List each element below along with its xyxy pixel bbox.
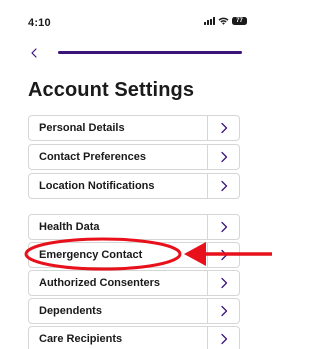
- settings-item-label: Location Notifications: [39, 180, 155, 192]
- progress-fill: [58, 51, 242, 54]
- signal-icon: [204, 17, 215, 25]
- status-time: 4:10: [28, 17, 51, 29]
- settings-item-label: Contact Preferences: [39, 151, 146, 163]
- chevron-right-icon: [208, 174, 239, 198]
- settings-item-label: Dependents: [39, 305, 102, 317]
- settings-item-label: Emergency Contact: [39, 249, 143, 261]
- status-icons: 77: [204, 17, 247, 25]
- chevron-right-icon: [208, 299, 239, 323]
- wifi-icon: [218, 17, 229, 25]
- progress-bar: [58, 51, 242, 54]
- chevron-right-icon: [208, 116, 239, 140]
- settings-item-emergency-contact[interactable]: Emergency Contact: [28, 242, 240, 268]
- account-settings-screen: 4:10 77 Account Settings Personal Detail…: [0, 0, 283, 349]
- chevron-right-icon: [208, 243, 239, 267]
- settings-item-label: Personal Details: [39, 122, 125, 134]
- chevron-right-icon: [208, 327, 239, 349]
- settings-item-label: Health Data: [39, 221, 100, 233]
- chevron-right-icon: [208, 145, 239, 169]
- back-button[interactable]: [26, 45, 42, 61]
- settings-item-label: Care Recipients: [39, 333, 123, 345]
- chevron-left-icon: [31, 48, 37, 58]
- status-bar: 4:10 77: [0, 0, 283, 30]
- battery-icon: 77: [232, 17, 247, 25]
- settings-item-label: Authorized Consenters: [39, 277, 161, 289]
- settings-item-authorized-consenters[interactable]: Authorized Consenters: [28, 270, 240, 296]
- settings-item-health-data[interactable]: Health Data: [28, 214, 240, 240]
- settings-item-location-notifications[interactable]: Location Notifications: [28, 173, 240, 199]
- settings-item-contact-preferences[interactable]: Contact Preferences: [28, 144, 240, 170]
- chevron-right-icon: [208, 271, 239, 295]
- settings-item-care-recipients[interactable]: Care Recipients: [28, 326, 240, 349]
- chevron-right-icon: [208, 215, 239, 239]
- settings-item-personal-details[interactable]: Personal Details: [28, 115, 240, 141]
- settings-item-dependents[interactable]: Dependents: [28, 298, 240, 324]
- page-title: Account Settings: [28, 79, 195, 101]
